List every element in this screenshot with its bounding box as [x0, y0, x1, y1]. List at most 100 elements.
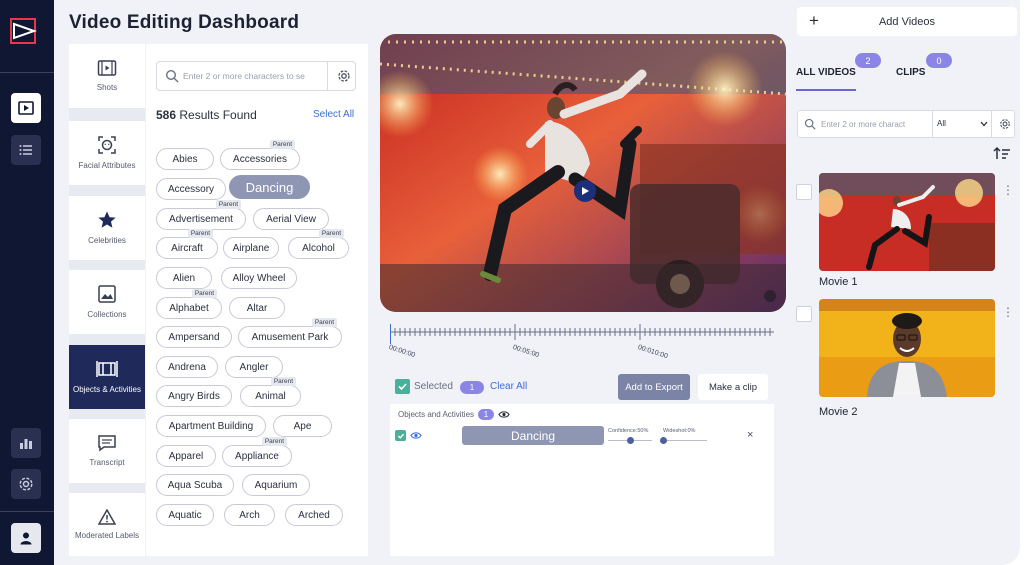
tag-label: Abies	[172, 153, 198, 165]
results-count: 586 Results Found	[156, 108, 257, 122]
video-library-icon[interactable]	[11, 93, 41, 123]
settings-icon[interactable]	[999, 118, 1011, 130]
rail-divider	[0, 72, 54, 73]
selected-item-pill[interactable]: Dancing	[462, 426, 604, 445]
eye-icon[interactable]	[410, 431, 422, 440]
film-icon	[97, 60, 117, 76]
category-collections[interactable]: Collections	[69, 270, 145, 334]
tag-label: Arch	[239, 509, 260, 521]
video-thumbnail[interactable]	[819, 299, 995, 397]
tag-chip[interactable]: Abies	[156, 148, 214, 170]
results-suffix: Results Found	[176, 108, 257, 122]
movie-1-thumbnail-image	[819, 173, 995, 271]
timeline-label: 00:010:00	[636, 344, 669, 361]
tag-chip[interactable]: Arched	[285, 504, 343, 526]
category-moderated-labels[interactable]: Moderated Labels	[69, 493, 145, 556]
category-objects-activities[interactable]: Objects & Activities	[69, 345, 145, 409]
category-label: Collections	[87, 310, 127, 319]
settings-icon[interactable]	[337, 69, 351, 83]
tag-chip[interactable]: Aerial View	[253, 208, 329, 230]
category-celebrities[interactable]: Celebrities	[69, 196, 145, 260]
more-options-icon[interactable]: ⋮	[1002, 306, 1014, 318]
sort-icon[interactable]	[993, 146, 1011, 160]
tag-chip[interactable]: Aqua Scuba	[156, 474, 234, 496]
timeline-label: 00:00:00	[387, 344, 416, 360]
tag-chip[interactable]: Altar	[229, 297, 285, 319]
item-checkbox[interactable]	[395, 430, 406, 441]
settings-icon[interactable]	[11, 469, 41, 499]
tag-label: Arched	[298, 509, 330, 521]
close-icon[interactable]: ×	[747, 429, 753, 441]
tag-chip[interactable]: Aquarium	[242, 474, 310, 496]
tag-chip[interactable]: Aircraft Parent	[156, 229, 218, 259]
tag-chip[interactable]: Alphabet Parent	[156, 289, 222, 319]
tag-chip[interactable]: Ape	[273, 415, 332, 437]
video-checkbox[interactable]	[796, 306, 812, 322]
tag-chip[interactable]: Alloy Wheel	[221, 267, 297, 289]
tag-chip[interactable]: Advertisement Parent	[156, 200, 246, 230]
video-title[interactable]: Movie 2	[819, 406, 858, 418]
tag-chip[interactable]: Appliance Parent	[222, 437, 292, 467]
video-thumbnail[interactable]	[819, 173, 995, 271]
user-icon[interactable]	[11, 523, 41, 553]
bar-chart-icon[interactable]	[11, 428, 41, 458]
check-icon	[397, 433, 404, 439]
tag-chip[interactable]: Aquatic	[156, 504, 214, 526]
tag-chip[interactable]: Arch	[224, 504, 275, 526]
tag-chip-selected[interactable]: Dancing	[229, 175, 310, 199]
tag-search-input[interactable]: Enter 2 or more characters to se	[156, 61, 356, 91]
selection-panel: Selected 1 Clear All Add to Export Make …	[390, 368, 774, 556]
timeline-scrubber[interactable]: 00:00:00 00:05:00 00:010:00	[387, 320, 774, 362]
tag-chip[interactable]: Amusement Park Parent	[238, 318, 342, 348]
wideshot-slider-knob[interactable]	[660, 437, 667, 444]
tag-chip[interactable]: Ampersand	[156, 326, 232, 348]
play-button[interactable]	[574, 180, 596, 202]
category-transcript[interactable]: Transcript	[69, 419, 145, 483]
active-tab-indicator	[796, 89, 856, 91]
tag-chip[interactable]: Accessory	[156, 178, 226, 200]
make-clip-button[interactable]: Make a clip	[698, 374, 768, 400]
timeline-label: 00:05:00	[511, 344, 540, 360]
tab-all-videos[interactable]: ALL VIDEOS	[796, 67, 856, 78]
clear-all-link[interactable]: Clear All	[490, 381, 527, 392]
logo-icon[interactable]	[8, 14, 42, 48]
tag-chip[interactable]: Angry Birds	[156, 385, 232, 407]
select-all-checkbox[interactable]	[395, 379, 410, 394]
tag-label: Alphabet	[169, 302, 209, 314]
tag-chip[interactable]: Andrena	[156, 356, 218, 378]
tab-clips[interactable]: CLIPS	[896, 67, 925, 78]
wideshot-label: Wideshot:0%	[663, 428, 696, 434]
video-title[interactable]: Movie 1	[819, 276, 858, 288]
tag-chip[interactable]: Animal Parent	[240, 377, 301, 407]
category-label: Moderated Labels	[74, 530, 140, 540]
more-options-icon[interactable]: ⋮	[1002, 184, 1014, 196]
tag-chip[interactable]: Apartment Building	[156, 415, 266, 437]
tag-label: Angler	[239, 361, 269, 373]
video-search-input[interactable]: Enter 2 or more charact All	[797, 110, 1015, 138]
list-icon[interactable]	[11, 135, 41, 165]
eye-icon[interactable]	[498, 410, 510, 419]
all-videos-count-badge: 2	[855, 53, 881, 68]
tag-label: Advertisement	[169, 213, 233, 225]
confidence-slider-knob[interactable]	[627, 437, 634, 444]
select-all-link[interactable]: Select All	[313, 109, 354, 120]
video-player[interactable]	[380, 34, 786, 312]
tag-chip[interactable]: Alcohol Parent	[288, 229, 349, 259]
tag-chip[interactable]: Apparel	[156, 445, 216, 467]
wideshot-slider-track[interactable]	[663, 440, 707, 441]
add-to-export-button[interactable]: Add to Export	[618, 374, 690, 400]
tag-label: Angry Birds	[168, 390, 220, 402]
tag-chip[interactable]: Accessories Parent	[220, 140, 300, 170]
search-placeholder: Enter 2 or more characters to se	[183, 71, 305, 81]
search-placeholder: Enter 2 or more charact	[821, 120, 906, 129]
tag-chip[interactable]: Alien	[156, 267, 212, 289]
add-videos-button[interactable]: + Add Videos	[797, 7, 1017, 36]
filter-dropdown[interactable]: All	[932, 111, 992, 137]
objects-icon	[96, 361, 118, 377]
tag-chip[interactable]: Angler	[225, 356, 283, 378]
tag-chip[interactable]: Airplane	[223, 237, 279, 259]
category-label: Transcript	[89, 458, 125, 467]
video-checkbox[interactable]	[796, 184, 812, 200]
category-shots[interactable]: Shots	[69, 44, 145, 108]
category-facial-attributes[interactable]: Facial Attributes	[69, 121, 145, 185]
